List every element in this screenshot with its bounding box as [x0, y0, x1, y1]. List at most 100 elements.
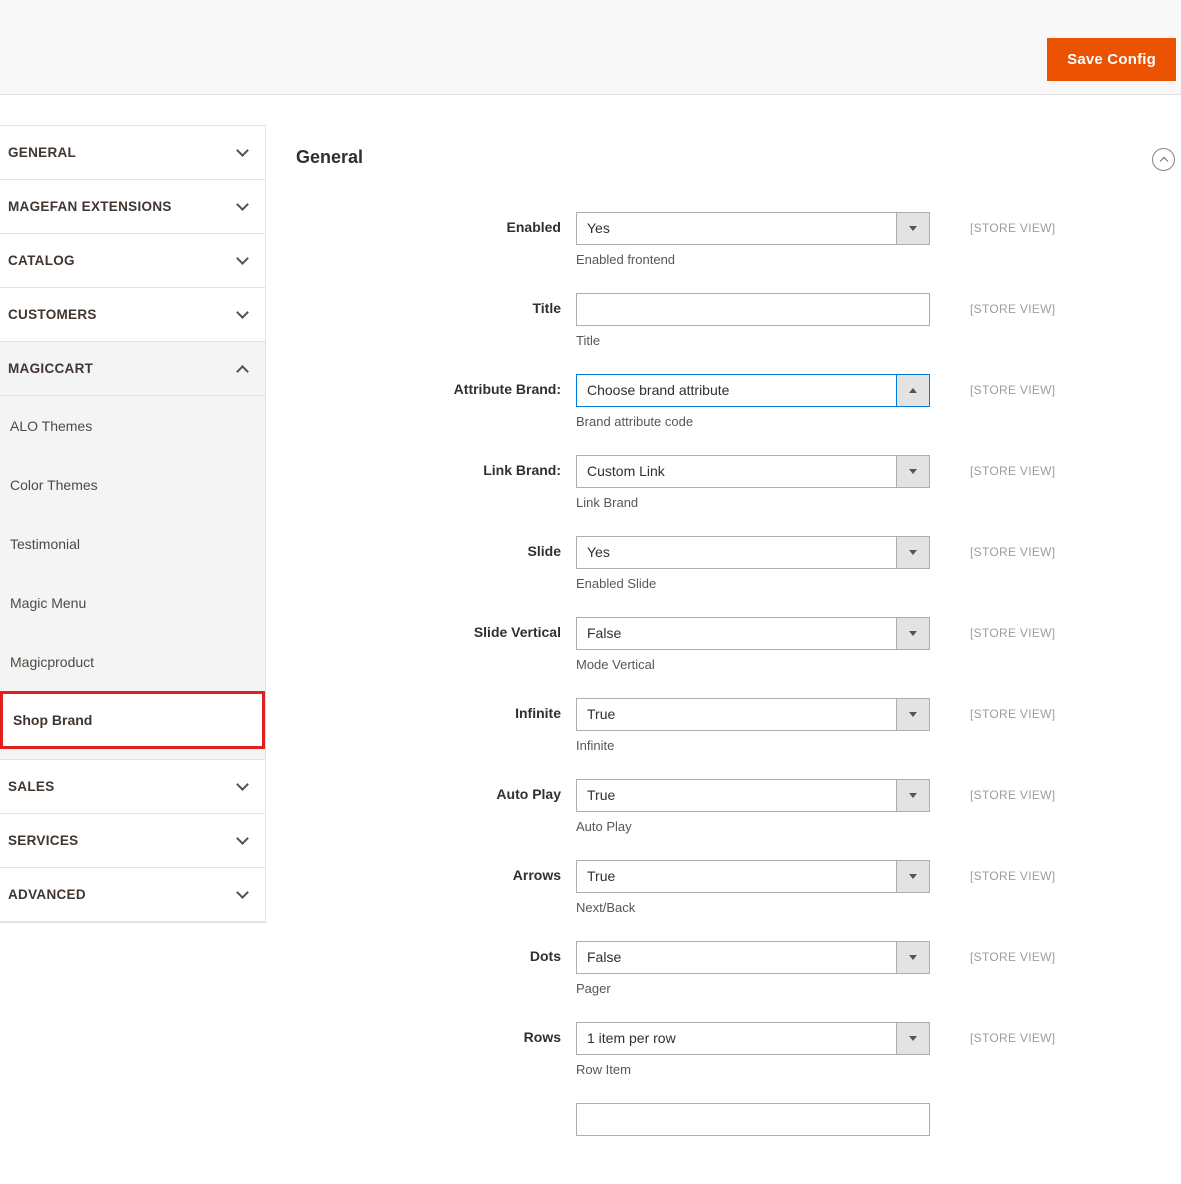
sidebar-section: CUSTOMERS — [0, 288, 265, 342]
field-control: True Auto Play — [576, 779, 930, 834]
chevron-down-icon — [236, 198, 249, 211]
field-select[interactable]: False — [576, 941, 930, 974]
triangle-down-icon — [909, 1036, 917, 1041]
scope-label: [STORE VIEW] — [970, 545, 1056, 559]
select-value: True — [587, 868, 616, 884]
sidebar-section-header[interactable]: GENERAL — [0, 126, 265, 180]
sidebar-sub-item[interactable]: Testimonial — [0, 514, 265, 573]
sidebar-section: GENERAL — [0, 126, 265, 180]
chevron-down-icon — [236, 886, 249, 899]
field-select[interactable]: True — [576, 698, 930, 731]
select-arrow-button[interactable] — [896, 780, 929, 811]
field-control: Yes Enabled Slide — [576, 536, 930, 591]
sidebar-section-label: SALES — [8, 779, 55, 794]
select-value: True — [587, 706, 616, 722]
form-row: Enabled Yes Enabled frontend [STORE VIEW… — [296, 212, 1181, 269]
sidebar-section-label: SERVICES — [8, 833, 79, 848]
select-arrow-button[interactable] — [896, 942, 929, 973]
select-arrow-button[interactable] — [896, 213, 929, 244]
field-hint: Next/Back — [576, 900, 636, 915]
triangle-down-icon — [909, 955, 917, 960]
triangle-down-icon — [909, 874, 917, 879]
form-row: Slide Vertical False Mode Vertical [STOR… — [296, 617, 1181, 674]
field-input[interactable] — [576, 1103, 930, 1136]
sidebar-section-label: MAGEFAN EXTENSIONS — [8, 199, 172, 214]
select-arrow-button[interactable] — [896, 1023, 929, 1054]
form-row: Rows 1 item per row Row Item [STORE VIEW… — [296, 1022, 1181, 1079]
form-row: Title Title [STORE VIEW] — [296, 293, 1181, 350]
scope-label: [STORE VIEW] — [970, 221, 1056, 235]
sidebar-sub-item[interactable]: ALO Themes — [0, 396, 265, 455]
form-row: Slide Yes Enabled Slide [STORE VIEW] — [296, 536, 1181, 593]
triangle-down-icon — [909, 793, 917, 798]
field-control — [576, 1103, 930, 1143]
field-label: Title — [532, 300, 561, 316]
sidebar-section-label: GENERAL — [8, 145, 77, 160]
form-row: Arrows True Next/Back [STORE VIEW] — [296, 860, 1181, 917]
field-hint: Auto Play — [576, 819, 632, 834]
scope-label: [STORE VIEW] — [970, 626, 1056, 640]
sidebar-section-header[interactable]: MAGEFAN EXTENSIONS — [0, 180, 265, 234]
panel-header: General — [296, 125, 1181, 195]
sidebar-sub-item-label: ALO Themes — [10, 417, 93, 434]
sidebar-sub-item[interactable]: Color Themes — [0, 455, 265, 514]
sidebar-section-header[interactable]: MAGICCART — [0, 342, 265, 396]
chevron-down-icon — [236, 144, 249, 157]
sidebar-sub-item-label: Shop Brand — [13, 712, 93, 728]
field-control: Title — [576, 293, 930, 348]
select-arrow-button[interactable] — [896, 375, 929, 406]
sidebar-section: SALES — [0, 760, 265, 814]
select-value: True — [587, 787, 616, 803]
field-select[interactable]: Custom Link — [576, 455, 930, 488]
sidebar-section-header[interactable]: ADVANCED — [0, 868, 265, 922]
select-value: 1 item per row — [587, 1030, 676, 1046]
sidebar-section-header[interactable]: CUSTOMERS — [0, 288, 265, 342]
field-hint: Enabled Slide — [576, 576, 657, 591]
sidebar-section: CATALOG — [0, 234, 265, 288]
sidebar-section-label: CATALOG — [8, 253, 75, 268]
scope-label: [STORE VIEW] — [970, 464, 1056, 478]
select-arrow-button[interactable] — [896, 537, 929, 568]
sidebar-section-header[interactable]: CATALOG — [0, 234, 265, 288]
field-hint: Enabled frontend — [576, 252, 676, 267]
select-arrow-button[interactable] — [896, 456, 929, 487]
sidebar-section: SERVICES — [0, 814, 265, 868]
sidebar-section-header[interactable]: SALES — [0, 760, 265, 814]
field-control: 1 item per row Row Item — [576, 1022, 930, 1077]
field-label: Arrows — [512, 867, 561, 883]
save-config-button[interactable]: Save Config — [1047, 38, 1176, 81]
field-control: True Next/Back — [576, 860, 930, 915]
sidebar-sub-item[interactable]: Magic Menu — [0, 573, 265, 632]
field-label: Dots — [529, 948, 561, 964]
field-hint: Mode Vertical — [576, 657, 655, 672]
sidebar-section: MAGICCART ALO Themes Color Themes Testim… — [0, 342, 265, 760]
field-select[interactable]: False — [576, 617, 930, 650]
scope-label: [STORE VIEW] — [970, 869, 1056, 883]
sidebar-sub-item-label: Testimonial — [10, 535, 81, 552]
field-label: Attribute Brand: — [453, 381, 561, 397]
scope-label: [STORE VIEW] — [970, 707, 1056, 721]
scope-label: [STORE VIEW] — [970, 383, 1056, 397]
field-select[interactable]: True — [576, 860, 930, 893]
collapse-section-button[interactable] — [1152, 148, 1175, 171]
field-select[interactable]: Yes — [576, 536, 930, 569]
panel-title: General — [296, 147, 364, 167]
field-select[interactable]: True — [576, 779, 930, 812]
sidebar-section-header[interactable]: SERVICES — [0, 814, 265, 868]
field-select[interactable]: Yes — [576, 212, 930, 245]
form-row: Dots False Pager [STORE VIEW] — [296, 941, 1181, 998]
field-select[interactable]: 1 item per row — [576, 1022, 930, 1055]
sidebar-sub-item[interactable]: Magicproduct — [0, 632, 265, 691]
select-arrow-button[interactable] — [896, 861, 929, 892]
select-arrow-button[interactable] — [896, 699, 929, 730]
field-control: False Pager — [576, 941, 930, 996]
field-select[interactable]: Choose brand attribute — [576, 374, 930, 407]
select-arrow-button[interactable] — [896, 618, 929, 649]
field-hint: Title — [576, 333, 601, 348]
chevron-down-icon — [236, 832, 249, 845]
sidebar-sub-item[interactable]: Shop Brand — [0, 691, 265, 749]
chevron-up-icon — [236, 364, 249, 378]
field-input[interactable] — [576, 293, 930, 326]
form-row: Infinite True Infinite [STORE VIEW] — [296, 698, 1181, 755]
field-hint: Row Item — [576, 1062, 631, 1077]
